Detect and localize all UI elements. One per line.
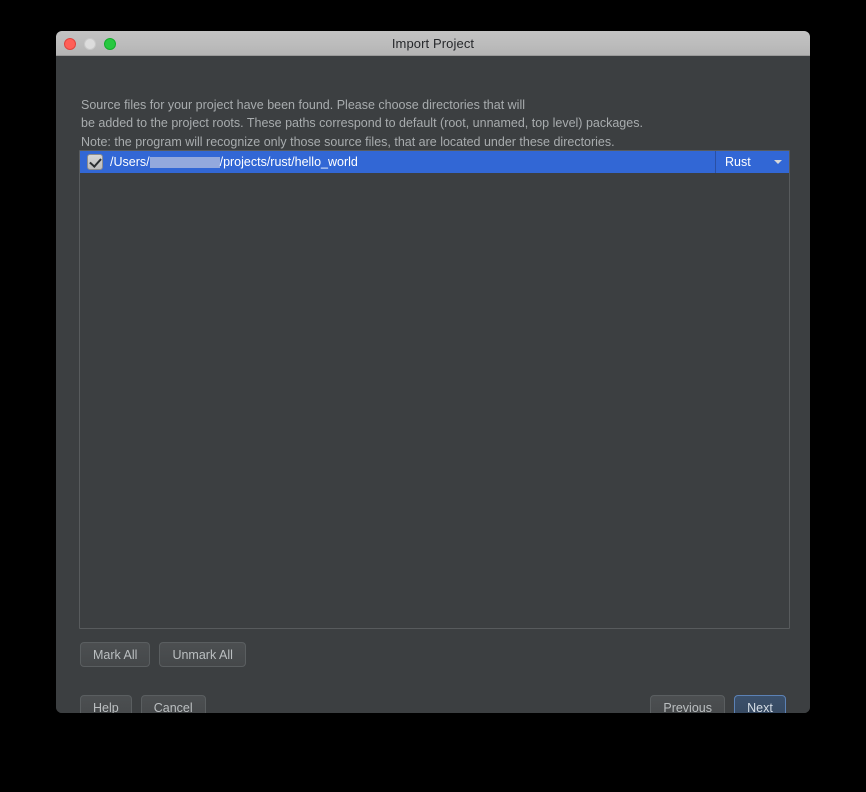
redacted-username-block <box>149 156 220 168</box>
screen-background: Import Project Source files for your pro… <box>0 0 866 792</box>
path-suffix: /projects/rust/hello_world <box>219 155 358 169</box>
minimize-window-icon[interactable] <box>84 37 96 50</box>
import-project-dialog: Import Project Source files for your pro… <box>56 31 810 713</box>
zoom-window-icon[interactable] <box>104 37 116 50</box>
previous-button[interactable]: Previous <box>650 695 725 713</box>
footer-right-group: Previous Next <box>650 695 786 713</box>
window-controls <box>64 31 116 56</box>
help-button[interactable]: Help <box>80 695 132 713</box>
description-text: Source files for your project have been … <box>81 96 781 151</box>
row-checkbox-checked[interactable] <box>87 154 103 170</box>
description-line-3: Note: the program will recognize only th… <box>81 134 615 149</box>
close-window-icon[interactable] <box>64 37 76 50</box>
description-line-2: be added to the project roots. These pat… <box>81 116 643 131</box>
dialog-body: Source files for your project have been … <box>56 56 810 713</box>
unmark-all-button[interactable]: Unmark All <box>159 642 246 667</box>
chevron-down-icon <box>774 160 782 164</box>
mark-all-button[interactable]: Mark All <box>80 642 151 667</box>
path-prefix: /Users/ <box>110 155 150 169</box>
directory-list-panel[interactable]: /Users/ /projects/rust/hello_world Rust <box>79 150 790 629</box>
module-type-dropdown[interactable]: Rust <box>716 151 789 173</box>
cancel-button[interactable]: Cancel <box>140 695 206 713</box>
dialog-titlebar: Import Project <box>56 31 810 56</box>
module-type-value: Rust <box>725 155 751 169</box>
table-row[interactable]: /Users/ /projects/rust/hello_world Rust <box>80 151 789 173</box>
mark-buttons-row: Mark All Unmark All <box>80 642 246 667</box>
footer-left-group: Help Cancel <box>80 695 206 713</box>
dialog-footer: Help Cancel Previous Next <box>56 695 810 713</box>
next-button[interactable]: Next <box>734 695 786 713</box>
description-line-1: Source files for your project have been … <box>81 98 525 112</box>
directory-path: /Users/ /projects/rust/hello_world <box>109 155 715 169</box>
dialog-title: Import Project <box>391 35 475 51</box>
